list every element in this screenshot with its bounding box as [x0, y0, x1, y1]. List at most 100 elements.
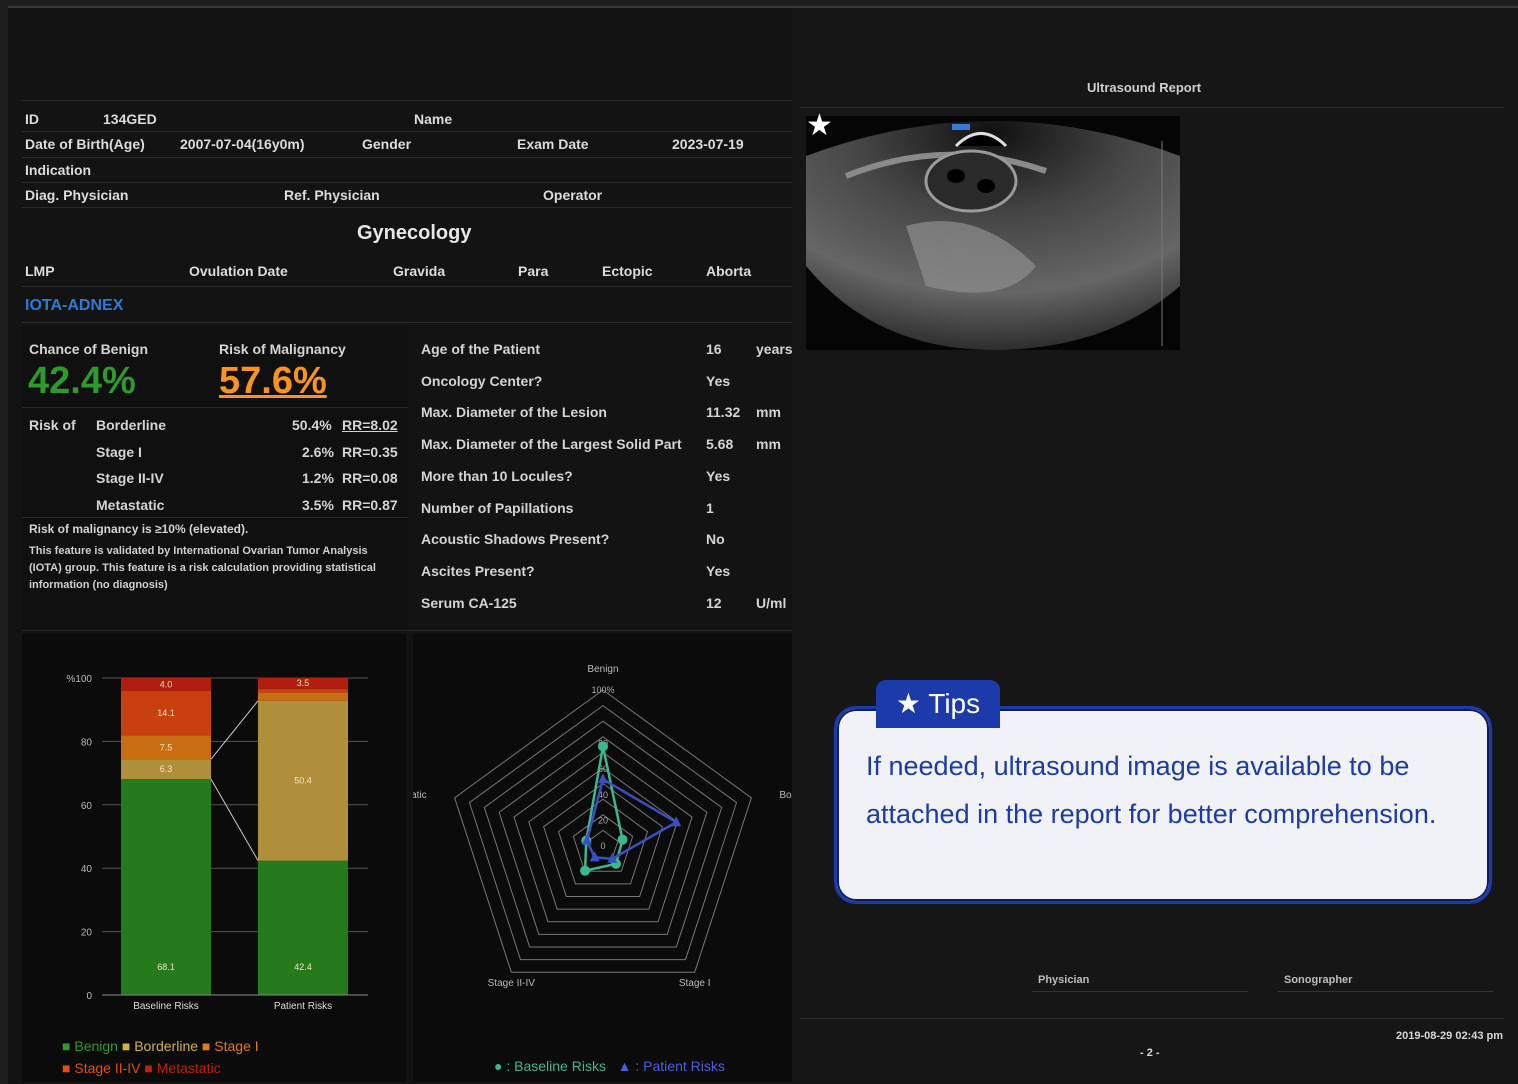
legend-metastatic: Metastatic [156, 1060, 221, 1076]
param-value: Yes [706, 562, 731, 579]
radar-axis-label: Stage II-IV [488, 978, 536, 989]
connector-line [210, 778, 259, 861]
exam-date-value: 2023-07-19 [672, 136, 744, 152]
param-value: Yes [706, 467, 731, 484]
malignancy-value[interactable]: 57.6% [219, 360, 327, 403]
radar-tick-label: 0 [600, 841, 605, 851]
bar-legend-row2: ■ Stage II-IV ■ Metastatic [62, 1060, 221, 1076]
bar-legend: ■ Benign ■ Borderline ■ Stage I [62, 1038, 259, 1054]
param-value: No [706, 531, 725, 548]
risk-row-name: Stage I [96, 444, 142, 460]
exam-date-label: Exam Date [517, 136, 589, 152]
radar-axis-label: Metastatic [413, 790, 427, 801]
radar-axis-label: Borderline [779, 790, 792, 801]
param-label: Max. Diameter of the Lesion [421, 404, 607, 421]
ref-physician-label: Ref. Physician [284, 187, 380, 203]
operator-label: Operator [543, 187, 603, 203]
x-tick-label: Patient Risks [274, 1001, 332, 1012]
param-label: Acoustic Shadows Present? [421, 531, 610, 548]
y-tick-label: 60 [81, 801, 93, 812]
param-value: 5.68 [706, 436, 734, 453]
bar-data-label: 42.4 [294, 962, 312, 972]
param-value: Yes [706, 372, 731, 389]
star-icon: ★ [806, 109, 833, 142]
param-label: Ascites Present? [421, 562, 535, 579]
iota-title: IOTA-ADNEX [25, 297, 124, 314]
legend-stage1: Stage I [214, 1038, 259, 1054]
page-number: - 2 - [1140, 1047, 1160, 1059]
param-label: Age of the Patient [421, 341, 541, 357]
param-label: Number of Papillations [421, 499, 574, 516]
risk-row-pct: 1.2% [302, 470, 334, 486]
radar-tick-label: 20 [598, 815, 608, 825]
risk-radar-chart: 020406080100%BenignBorderlineStage IStag… [413, 664, 792, 989]
bar-data-label: 7.5 [160, 742, 173, 752]
bar-data-label: 3.5 [297, 678, 310, 688]
risk-row-name: Borderline [96, 417, 167, 433]
param-unit: mm [756, 436, 781, 453]
bar-data-label: 6.3 [160, 764, 173, 774]
aborta-label: Aborta [706, 263, 752, 279]
risk-row-pct: 3.5% [302, 497, 334, 513]
malignancy-note: Risk of malignancy is ≥10% (elevated). [29, 522, 249, 536]
radar-axis-label: Benign [587, 664, 618, 675]
report-datetime: 2019-08-29 02:43 pm [1396, 1030, 1504, 1042]
name-label: Name [414, 111, 453, 127]
id-label: ID [25, 111, 39, 127]
param-label: More than 10 Locules? [421, 467, 573, 484]
physician-label: Physician [1038, 974, 1090, 986]
radar-point [580, 865, 591, 876]
legend-baseline: : Baseline Risks [506, 1058, 606, 1074]
legend-stage24: Stage II-IV [74, 1060, 141, 1076]
param-value: 11.32 [706, 404, 741, 421]
gravida-label: Gravida [393, 263, 446, 279]
bar-data-label: 68.1 [157, 962, 175, 972]
param-unit: years [756, 341, 793, 357]
risk-of-label: Risk of [29, 417, 76, 433]
param-unit: U/ml [756, 594, 787, 611]
ectopic-label: Ectopic [602, 263, 653, 279]
indication-label: Indication [25, 162, 92, 178]
diag-physician-label: Diag. Physician [25, 187, 129, 203]
para-label: Para [518, 263, 549, 279]
radar-axis-label: Stage I [679, 978, 711, 989]
bar-data-label: 4.0 [160, 679, 173, 689]
risk-row-name: Stage II-IV [96, 470, 164, 486]
bar-segment [258, 860, 348, 995]
param-value: 16 [706, 341, 722, 357]
tips-tab: ★ Tips [876, 680, 1000, 728]
radar-ring [454, 689, 752, 973]
ultrasound-image[interactable] [806, 116, 1180, 350]
risk-row-rr[interactable]: RR=8.02 [342, 417, 398, 433]
param-value: 1 [706, 499, 714, 516]
benign-label: Chance of Benign [29, 341, 149, 357]
bar-segment [258, 692, 348, 701]
sonographer-label: Sonographer [1284, 974, 1353, 986]
legend-benign: Benign [74, 1038, 118, 1054]
risk-row-pct: 2.6% [302, 444, 334, 460]
lmp-label: LMP [25, 263, 55, 279]
radar-point [598, 741, 608, 752]
tips-text: If needed, ultrasound image is available… [866, 751, 1437, 829]
legend-patient: : Patient Risks [635, 1058, 725, 1074]
benign-value: 42.4% [28, 360, 136, 402]
param-value: 12 [706, 594, 722, 611]
y-tick-label: 80 [81, 737, 93, 748]
risk-row-name: Metastatic [96, 497, 165, 513]
id-value: 134GED [103, 111, 157, 127]
y-tick-label: 40 [81, 864, 93, 875]
radar-legend: ● : Baseline Risks ▲ : Patient Risks [494, 1058, 725, 1074]
param-label: Serum CA-125 [421, 594, 517, 611]
y-tick-label: %100 [66, 674, 92, 685]
risk-row-rr: RR=0.35 [342, 444, 398, 460]
risk-bar-chart: 0 20 40 60 80 %100 68.1 6.3 7.5 14.1 4.0 Baseline R… [66, 674, 368, 1012]
radar-point [617, 834, 628, 845]
bar-data-label: 50.4 [294, 776, 312, 786]
risk-row-pct: 50.4% [292, 417, 332, 433]
bar-segment [258, 688, 348, 693]
legend-borderline: Borderline [134, 1038, 199, 1054]
gender-label: Gender [362, 136, 412, 152]
param-unit: mm [756, 404, 781, 421]
report-title: Ultrasound Report [1087, 80, 1202, 95]
connector-line [210, 700, 259, 760]
